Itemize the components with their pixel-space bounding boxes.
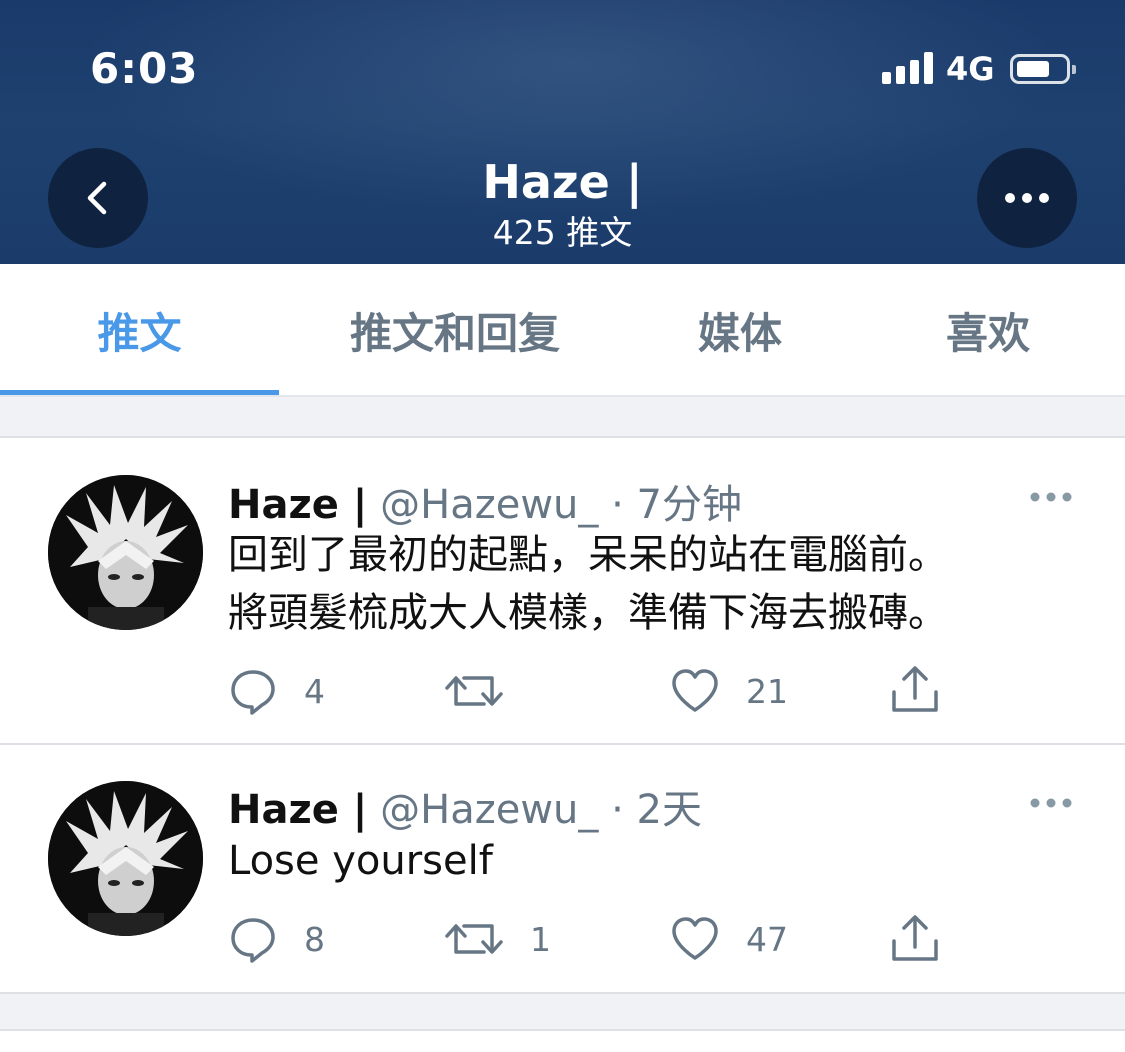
- tweet-text: Lose yourself: [228, 832, 493, 890]
- signal-icon: [882, 52, 934, 84]
- more-horizontal-icon: [1030, 798, 1072, 808]
- share-button[interactable]: [890, 913, 940, 965]
- reply-count: 4: [304, 671, 325, 711]
- more-button[interactable]: [977, 148, 1077, 248]
- profile-header: 6:03 4G Haze | 425 推文: [0, 0, 1125, 264]
- retweet-button[interactable]: [444, 666, 530, 716]
- like-button[interactable]: 47: [670, 914, 788, 964]
- section-gap: [0, 397, 1125, 437]
- tweet-text-line: Lose yourself: [228, 838, 493, 884]
- network-label: 4G: [946, 50, 995, 88]
- profile-tabs: 推文 推文和回复 媒体 喜欢: [0, 264, 1125, 396]
- tab-media[interactable]: 媒体: [640, 264, 840, 396]
- battery-icon: [1010, 54, 1076, 84]
- tweet-text: 回到了最初的起點，呆呆的站在電腦前。 將頭髮梳成大人模樣，準備下海去搬磚。: [228, 526, 948, 642]
- avatar[interactable]: [48, 781, 203, 936]
- tab-tweets[interactable]: 推文: [0, 264, 279, 396]
- retweet-icon: [445, 924, 503, 954]
- tweet-item[interactable]: Haze | @Hazewu_ · 2天 Lose yourself 8 1 4…: [0, 745, 1125, 992]
- reply-count: 8: [304, 919, 325, 959]
- divider: [0, 1029, 1125, 1031]
- avatar[interactable]: [48, 475, 203, 630]
- profile-name: Haze |: [482, 155, 643, 209]
- tweet-item[interactable]: Haze | @Hazewu_ · 7分钟 回到了最初的起點，呆呆的站在電腦前。…: [0, 438, 1125, 743]
- reply-button[interactable]: 8: [228, 914, 325, 964]
- retweet-icon: [445, 676, 503, 706]
- like-button[interactable]: 21: [670, 666, 788, 716]
- share-button[interactable]: [890, 664, 940, 716]
- author-name[interactable]: Haze |: [228, 482, 367, 528]
- tweet-time: · 7分钟: [611, 482, 743, 528]
- share-icon: [892, 666, 938, 712]
- share-icon: [892, 915, 938, 961]
- tweet-text-line: 將頭髮梳成大人模樣，準備下海去搬磚。: [228, 590, 948, 636]
- like-icon: [672, 917, 718, 960]
- like-count: 21: [746, 671, 788, 711]
- tweet-time: · 2天: [611, 787, 703, 833]
- retweet-button[interactable]: 1: [444, 914, 551, 964]
- reply-icon: [231, 918, 275, 963]
- status-time: 6:03: [90, 44, 199, 93]
- author-name[interactable]: Haze |: [228, 787, 367, 833]
- author-handle[interactable]: @Hazewu_: [380, 482, 598, 528]
- tweet-more-button[interactable]: [1030, 488, 1072, 507]
- tweet-count: 425 推文: [492, 213, 633, 252]
- like-count: 47: [746, 919, 788, 959]
- more-horizontal-icon: [1005, 193, 1049, 203]
- tweet-header: Haze | @Hazewu_ · 7分钟: [228, 472, 742, 530]
- retweet-count: 1: [530, 919, 551, 959]
- like-icon: [672, 669, 718, 712]
- tweet-header: Haze | @Hazewu_ · 2天: [228, 777, 702, 835]
- tweet-text-line: 回到了最初的起點，呆呆的站在電腦前。: [228, 532, 948, 578]
- author-handle[interactable]: @Hazewu_: [380, 787, 598, 833]
- tab-tweets-and-replies[interactable]: 推文和回复: [300, 264, 610, 396]
- more-horizontal-icon: [1030, 492, 1072, 502]
- section-gap: [0, 994, 1125, 1030]
- tab-likes[interactable]: 喜欢: [888, 264, 1088, 396]
- reply-button[interactable]: 4: [228, 666, 325, 716]
- reply-icon: [231, 670, 275, 715]
- tweet-more-button[interactable]: [1030, 794, 1072, 813]
